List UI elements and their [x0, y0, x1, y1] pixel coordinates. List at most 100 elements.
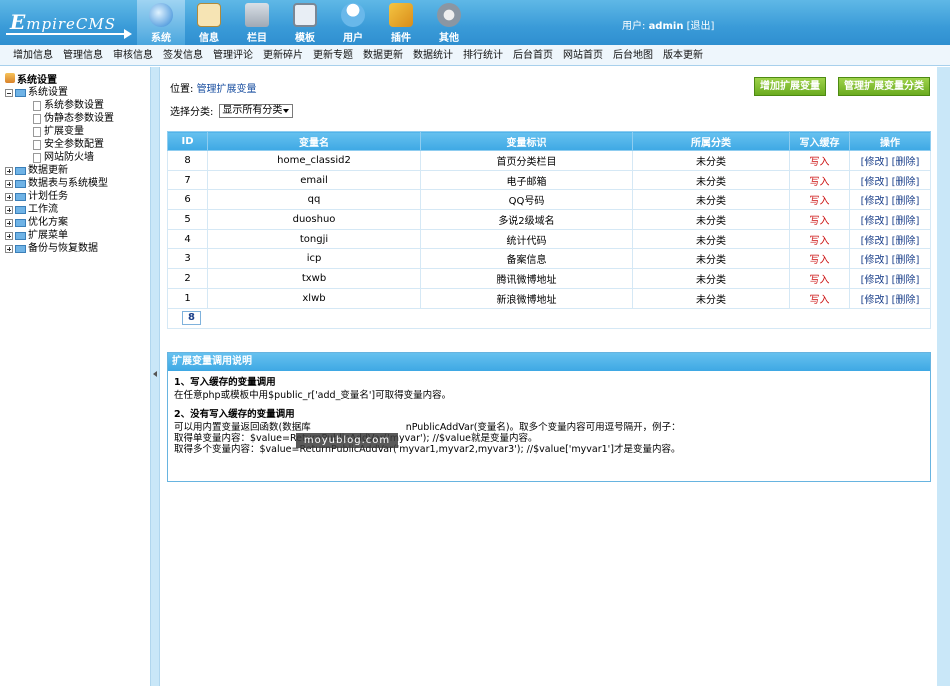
expand-icon[interactable] — [5, 179, 13, 188]
tree-node-workflow[interactable]: 工作流 — [5, 203, 150, 216]
tree-item-firewall[interactable]: 网站防火墙 — [5, 151, 150, 164]
top-nav: 系统 信息 栏目 模板 用户 插件 其他 — [137, 0, 473, 45]
edit-link[interactable]: [修改] — [861, 157, 889, 168]
empirecms-logo[interactable]: EmpireCMS — [4, 4, 132, 40]
expand-icon[interactable] — [5, 166, 13, 175]
collapse-left-icon[interactable] — [153, 371, 157, 377]
right-scroll-strip — [937, 67, 950, 686]
delete-link[interactable]: [删除] — [892, 216, 920, 227]
template-icon — [293, 3, 317, 27]
cache-link[interactable]: 写入 — [789, 248, 850, 270]
edit-link[interactable]: [修改] — [861, 295, 889, 306]
delete-link[interactable]: [删除] — [892, 275, 920, 286]
home-icon — [5, 73, 15, 83]
topnav-other[interactable]: 其他 — [425, 0, 473, 45]
menu-version-update[interactable]: 版本更新 — [658, 45, 708, 66]
watermark: moyublog.com — [296, 433, 398, 448]
page-icon — [33, 100, 41, 111]
tree-node-backup[interactable]: 备份与恢复数据 — [5, 242, 150, 255]
table-row: 2 txwb 腾讯微博地址 未分类 写入 [修改] [删除] — [167, 268, 931, 289]
delete-link[interactable]: [删除] — [892, 157, 920, 168]
edit-link[interactable]: [修改] — [861, 216, 889, 227]
menu-admin-map[interactable]: 后台地图 — [608, 45, 658, 66]
class-select[interactable]: 显示所有分类 — [219, 103, 294, 118]
edit-link[interactable]: [修改] — [861, 275, 889, 286]
expand-icon[interactable] — [5, 244, 13, 253]
delete-link[interactable]: [删除] — [892, 236, 920, 247]
tree-item-system-params[interactable]: 系统参数设置 — [5, 99, 150, 112]
menu-audit-info[interactable]: 审核信息 — [108, 45, 158, 66]
expand-icon[interactable] — [5, 192, 13, 201]
user-info: 用户: admin [退出] — [622, 21, 715, 32]
table-header-row: ID 变量名 变量标识 所属分类 写入缓存 操作 — [167, 131, 931, 151]
menu-update-topics[interactable]: 更新专题 — [308, 45, 358, 66]
expand-icon[interactable] — [5, 218, 13, 227]
cache-link[interactable]: 写入 — [789, 228, 850, 250]
topnav-column[interactable]: 栏目 — [233, 0, 281, 45]
sidebar-tree: 系统设置 系统设置 系统参数设置 伪静态参数设置 扩展变量 安全参数配置 网站防… — [0, 67, 150, 686]
page-icon — [33, 126, 41, 137]
topnav-system[interactable]: 系统 — [137, 0, 185, 45]
expand-icon[interactable] — [5, 205, 13, 214]
topnav-plugin[interactable]: 插件 — [377, 0, 425, 45]
edit-link[interactable]: [修改] — [861, 177, 889, 188]
folder-icon — [15, 205, 26, 214]
menu-data-stats[interactable]: 数据统计 — [408, 45, 458, 66]
table-row: 8 home_classid2 首页分类栏目 未分类 写入 [修改] [删除] — [167, 150, 931, 171]
topnav-user[interactable]: 用户 — [329, 0, 377, 45]
tree-node-scheduled-tasks[interactable]: 计划任务 — [5, 190, 150, 203]
tree-node-data-update[interactable]: 数据更新 — [5, 164, 150, 177]
page-icon — [33, 113, 41, 124]
variables-table: ID 变量名 变量标识 所属分类 写入缓存 操作 8 home_classid2 首… — [167, 131, 931, 329]
folder-icon — [15, 218, 26, 227]
tree-item-extend-vars[interactable]: 扩展变量 — [5, 125, 150, 138]
delete-link[interactable]: [删除] — [892, 255, 920, 266]
cache-link[interactable]: 写入 — [789, 169, 850, 191]
edit-link[interactable]: [修改] — [861, 236, 889, 247]
edit-link[interactable]: [修改] — [861, 196, 889, 207]
col-title: 变量标识 — [420, 131, 633, 151]
help-section2-line3: 取得多个变量内容：$value=ReturnPublicAddVar('myva… — [174, 444, 681, 455]
col-class: 所属分类 — [632, 131, 790, 151]
add-variable-button[interactable]: 增加扩展变量 — [754, 77, 826, 96]
logout-link[interactable]: [退出] — [687, 21, 715, 32]
tree-node-tables-models[interactable]: 数据表与系统模型 — [5, 177, 150, 190]
help-section2-line2: 取得单变量内容：$value=ReturnPublicAddVar('myvar… — [174, 433, 538, 444]
delete-link[interactable]: [删除] — [892, 295, 920, 306]
cache-link[interactable]: 写入 — [789, 268, 850, 289]
delete-link[interactable]: [删除] — [892, 196, 920, 207]
menu-add-info[interactable]: 增加信息 — [8, 45, 58, 66]
menu-data-update[interactable]: 数据更新 — [358, 45, 408, 66]
table-row: 5 duoshuo 多说2级域名 未分类 写入 [修改] [删除] — [167, 209, 931, 230]
topnav-info[interactable]: 信息 — [185, 0, 233, 45]
delete-link[interactable]: [删除] — [892, 177, 920, 188]
breadcrumb-link[interactable]: 管理扩展变量 — [197, 84, 257, 95]
pager-current-page[interactable]: 8 — [182, 311, 201, 325]
menu-manage-info[interactable]: 管理信息 — [58, 45, 108, 66]
menu-manage-comments[interactable]: 管理评论 — [208, 45, 258, 66]
edit-link[interactable]: [修改] — [861, 255, 889, 266]
quick-menu-bar: 增加信息 管理信息 审核信息 签发信息 管理评论 更新碎片 更新专题 数据更新 … — [0, 45, 950, 66]
cache-link[interactable]: 写入 — [789, 189, 850, 211]
tree-node-extend-menu[interactable]: 扩展菜单 — [5, 229, 150, 242]
menu-update-fragments[interactable]: 更新碎片 — [258, 45, 308, 66]
menu-rank-stats[interactable]: 排行统计 — [458, 45, 508, 66]
menu-sign-info[interactable]: 签发信息 — [158, 45, 208, 66]
sidebar-splitter[interactable] — [150, 67, 160, 686]
help-title: 扩展变量调用说明 — [168, 353, 930, 371]
menu-site-home[interactable]: 网站首页 — [558, 45, 608, 66]
collapse-icon[interactable] — [5, 88, 13, 97]
expand-icon[interactable] — [5, 231, 13, 240]
cache-link[interactable]: 写入 — [789, 150, 850, 171]
tree-node-optimize[interactable]: 优化方案 — [5, 216, 150, 229]
cache-link[interactable]: 写入 — [789, 209, 850, 230]
cache-link[interactable]: 写入 — [789, 287, 850, 309]
plugin-icon — [389, 3, 413, 27]
folder-icon — [15, 231, 26, 240]
topnav-template[interactable]: 模板 — [281, 0, 329, 45]
manage-variable-class-button[interactable]: 管理扩展变量分类 — [838, 77, 930, 96]
menu-admin-home[interactable]: 后台首页 — [508, 45, 558, 66]
tree-item-rewrite-params[interactable]: 伪静态参数设置 — [5, 112, 150, 125]
tree-item-security-config[interactable]: 安全参数配置 — [5, 138, 150, 151]
tree-node-system-settings[interactable]: 系统设置 — [5, 86, 150, 99]
